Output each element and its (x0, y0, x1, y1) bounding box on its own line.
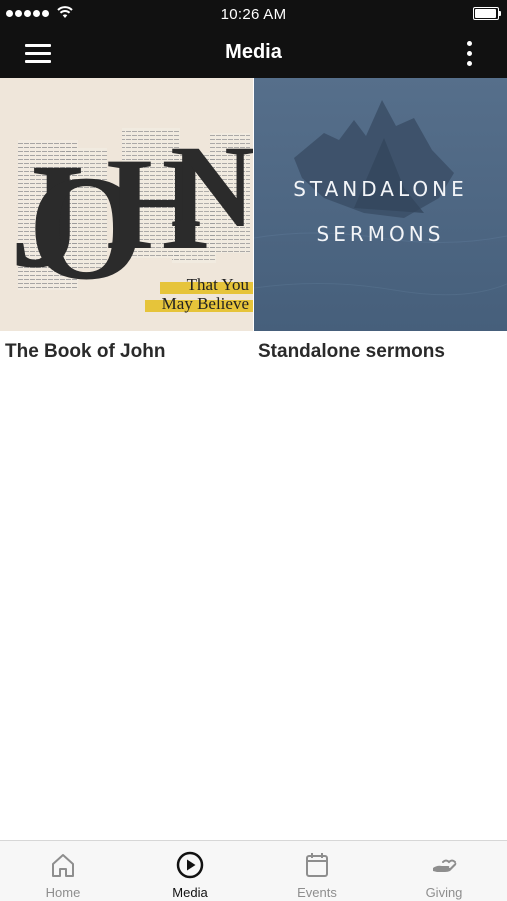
top-app-bar: Media (0, 28, 507, 78)
giving-hand-icon (433, 859, 457, 872)
media-item-standalone-sermons[interactable]: STANDALONE SERMONS Standalone sermons (254, 78, 507, 378)
home-icon (52, 854, 74, 877)
media-item-title: Standalone sermons (258, 341, 445, 362)
standalone-sermons-artwork: STANDALONE SERMONS (254, 78, 507, 331)
artwork-tagline-line-2: May Believe (161, 294, 249, 313)
hamburger-menu-icon[interactable] (22, 39, 56, 67)
calendar-icon (306, 853, 328, 877)
svg-text:N: N (170, 121, 253, 252)
status-bar: 10:26 AM (0, 0, 507, 28)
battery-icon (473, 7, 501, 20)
tab-label: Home (45, 885, 81, 900)
artwork-tagline-line-1: That You (186, 275, 249, 294)
artwork-line-2: SERMONS (316, 222, 445, 246)
media-item-title: The Book of John (5, 341, 166, 362)
vertical-ellipsis-icon[interactable] (457, 39, 481, 69)
bottom-tab-bar: Home Media Events Giving (0, 840, 507, 901)
artwork-line-1: STANDALONE (293, 177, 468, 201)
tab-events[interactable]: Events (254, 841, 380, 901)
tab-media[interactable]: Media (127, 841, 253, 901)
tab-label: Media (172, 885, 208, 900)
tab-label: Giving (425, 885, 463, 900)
tab-giving[interactable]: Giving (381, 841, 507, 901)
status-time: 10:26 AM (220, 6, 287, 23)
media-item-book-of-john[interactable]: J O H N That You May Believe The Book of… (0, 78, 253, 378)
play-circle-icon (176, 851, 204, 879)
tab-label: Events (297, 885, 337, 900)
page-title: Media (225, 41, 282, 63)
book-of-john-artwork: J O H N That You May Believe (0, 78, 253, 331)
tab-home[interactable]: Home (0, 841, 126, 901)
